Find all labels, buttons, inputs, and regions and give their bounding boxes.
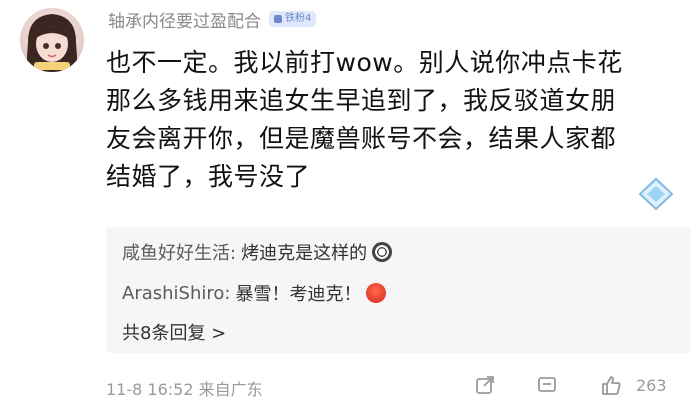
badge-label: 铁粉4 bbox=[285, 13, 312, 24]
comment-footer: 11-8 16:52 来自广东 263 bbox=[106, 376, 690, 400]
angry-face-icon bbox=[366, 283, 387, 303]
avatar[interactable] bbox=[20, 8, 84, 72]
badge-icon bbox=[274, 15, 282, 23]
view-more-replies-link[interactable]: 共8条回复 > bbox=[122, 319, 226, 345]
comment-line: 友会离开你，但是魔兽账号不会，结果人家都 bbox=[106, 124, 617, 153]
diamond-icon bbox=[638, 177, 674, 211]
reply-item[interactable]: 咸鱼好好生活: 烤迪克是这样的 bbox=[122, 239, 393, 265]
like-count: 263 bbox=[636, 376, 667, 395]
reply-box[interactable]: 咸鱼好好生活: 烤迪克是这样的 ArashiShiro: 暴雪！考迪克！ 共8条… bbox=[106, 227, 690, 353]
comment-line: 那么多钱用来追女生早追到了，我反驳道女朋 bbox=[106, 86, 617, 115]
reply-author[interactable]: ArashiShiro: bbox=[122, 283, 230, 304]
comment-line: 结婚了，我号没了 bbox=[106, 162, 311, 191]
comment-icon[interactable] bbox=[536, 374, 558, 396]
like-icon[interactable] bbox=[600, 374, 622, 396]
comment-text: 也不一定。我以前打wow。别人说你冲点卡花 那么多钱用来追女生早追到了，我反驳道… bbox=[106, 44, 666, 196]
comment-line: 也不一定。我以前打wow。别人说你冲点卡花 bbox=[106, 48, 623, 77]
reply-text: 烤迪克是这样的 bbox=[241, 243, 368, 264]
username[interactable]: 轴承内径要过盈配合 bbox=[108, 7, 261, 32]
fan-badge: 铁粉4 bbox=[269, 11, 317, 27]
reply-text: 暴雪！考迪克！ bbox=[235, 284, 362, 305]
share-icon[interactable] bbox=[474, 374, 496, 396]
reply-author[interactable]: 咸鱼好好生活: bbox=[122, 239, 236, 265]
reply-item[interactable]: ArashiShiro: 暴雪！考迪克！ bbox=[122, 280, 387, 306]
timestamp-location: 11-8 16:52 来自广东 bbox=[106, 380, 263, 399]
gear-emoji-icon bbox=[372, 242, 393, 262]
comment-header: 轴承内径要过盈配合 铁粉4 bbox=[108, 6, 317, 32]
